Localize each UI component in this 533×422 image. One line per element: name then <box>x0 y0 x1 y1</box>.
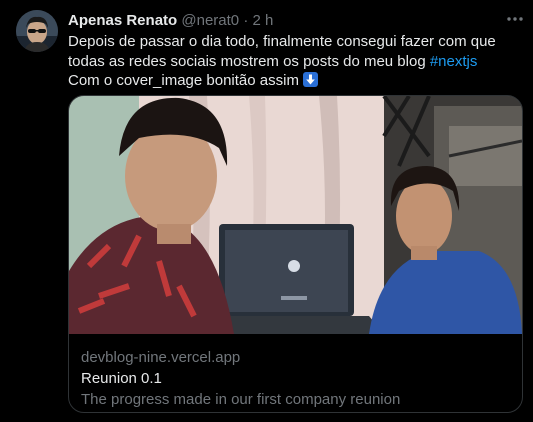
card-cover-image[interactable] <box>69 96 522 334</box>
tweet-text-end: Com o cover_image bonitão assim <box>68 72 304 89</box>
card-description: The progress made in our first company r… <box>81 391 401 408</box>
more-options-button[interactable] <box>505 10 525 28</box>
user-handle[interactable]: @nerat0 <box>181 12 239 29</box>
card-meta: devblog-nine.vercel.app Reunion 0.1 The … <box>81 348 510 409</box>
card-domain[interactable]: devblog-nine.vercel.app <box>81 348 510 367</box>
tweet-header: Apenas Renato @nerat0 · 2 h <box>68 12 273 30</box>
display-name[interactable]: Apenas Renato <box>68 12 177 29</box>
avatar[interactable] <box>16 10 58 52</box>
tweet-text: Depois de passar o dia todo, finalmente … <box>68 32 513 91</box>
hashtag-link[interactable]: #nextjs <box>430 53 478 70</box>
link-preview-card[interactable]: devblog-nine.vercel.app Reunion 0.1 The … <box>68 95 523 413</box>
more-icon <box>507 17 523 21</box>
timestamp[interactable]: 2 h <box>252 12 273 29</box>
tweet[interactable]: Apenas Renato @nerat0 · 2 h Depois de pa… <box>0 0 533 422</box>
down-arrow-emoji-icon <box>303 72 319 87</box>
card-title[interactable]: Reunion 0.1 <box>81 369 510 388</box>
separator-dot: · <box>243 12 249 29</box>
